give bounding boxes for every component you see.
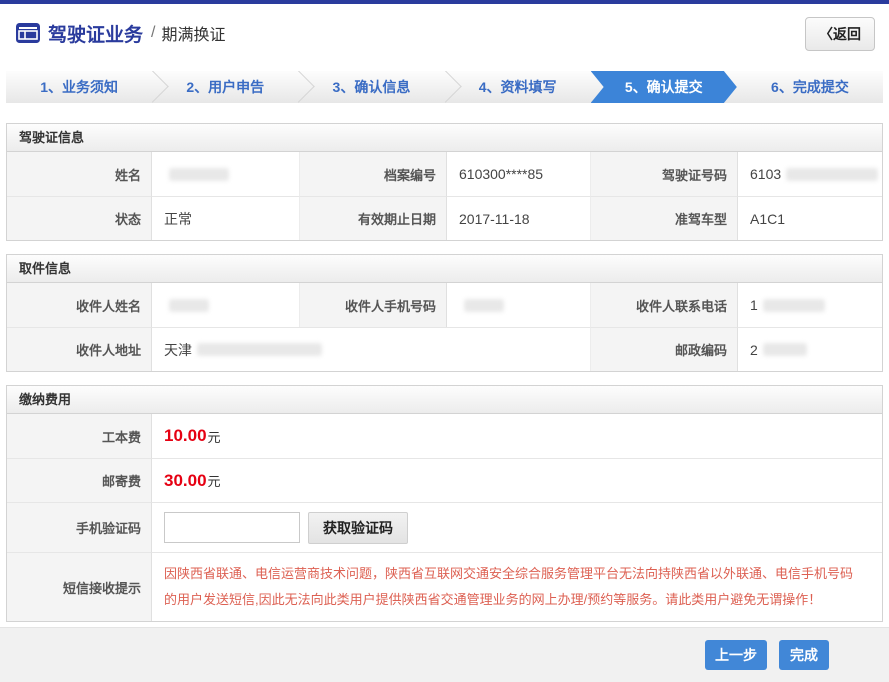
breadcrumb-separator: / <box>151 24 155 42</box>
sms-code-row: 获取验证码 <box>152 502 882 552</box>
sms-code-input[interactable] <box>164 512 300 543</box>
file-number-value: 610300****85 <box>447 152 591 196</box>
sms-notice-row: 因陕西省联通、电信运营商技术问题，陕西省互联网交通安全综合服务管理平台无法向持陕… <box>152 552 882 621</box>
section-title-license: 驾驶证信息 <box>7 124 882 152</box>
mailing-fee-amount: 30.00 <box>164 471 207 491</box>
vehicle-class-label: 准驾车型 <box>591 196 738 240</box>
recipient-address-value: 天津 <box>152 327 591 371</box>
file-number-label: 档案编号 <box>300 152 447 196</box>
page-header: 驾驶证业务 / 期满换证 〈返回 <box>0 4 889 62</box>
valid-until-label: 有效期止日期 <box>300 196 447 240</box>
postal-code-prefix: 2 <box>750 342 758 358</box>
recipient-phone-prefix: 1 <box>750 297 758 313</box>
step-label: 1、业务须知 <box>40 77 118 97</box>
redacted-license-number <box>786 168 878 181</box>
redacted-recipient-mobile <box>464 299 504 312</box>
postal-code-value: 2 <box>738 327 882 371</box>
status-label: 状态 <box>7 196 152 240</box>
name-label: 姓名 <box>7 152 152 196</box>
step-5-confirm-submit-active: 5、确认提交 <box>591 71 737 103</box>
license-number-value: 6103 <box>738 152 882 196</box>
breadcrumb-current: 期满换证 <box>161 21 225 45</box>
postal-code-label: 邮政编码 <box>591 327 738 371</box>
step-6-complete-submit: 6、完成提交 <box>737 71 883 103</box>
redacted-recipient-name <box>169 299 209 312</box>
pickup-info-section: 取件信息 收件人姓名 收件人手机号码 收件人联系电话 1 收件人地址 天津 邮政… <box>6 254 883 372</box>
step-label: 3、确认信息 <box>333 77 411 97</box>
step-label: 6、完成提交 <box>771 77 849 97</box>
previous-step-button[interactable]: 上一步 <box>705 640 767 670</box>
back-button[interactable]: 〈返回 <box>805 17 875 51</box>
recipient-name-value <box>152 283 300 327</box>
recipient-phone-value: 1 <box>738 283 882 327</box>
recipient-phone-label: 收件人联系电话 <box>591 283 738 327</box>
recipient-address-prefix: 天津 <box>164 340 192 360</box>
license-number-prefix: 6103 <box>750 166 781 182</box>
step-label: 2、用户申告 <box>186 77 264 97</box>
section-title-pickup: 取件信息 <box>7 255 882 283</box>
redacted-recipient-phone <box>763 299 825 312</box>
mailing-fee-label: 邮寄费 <box>7 458 152 502</box>
license-number-label: 驾驶证号码 <box>591 152 738 196</box>
step-label: 4、资料填写 <box>479 77 557 97</box>
sms-notice-label: 短信接收提示 <box>7 552 152 621</box>
recipient-mobile-value <box>447 283 591 327</box>
sms-code-label: 手机验证码 <box>7 502 152 552</box>
step-2-user-declaration: 2、用户申告 <box>152 71 298 103</box>
recipient-mobile-label: 收件人手机号码 <box>300 283 447 327</box>
footer-action-bar: 上一步 完成 <box>0 627 889 682</box>
redacted-recipient-address <box>197 343 322 356</box>
license-info-section: 驾驶证信息 姓名 档案编号 610300****85 驾驶证号码 6103 状态… <box>6 123 883 241</box>
production-fee-label: 工本费 <box>7 414 152 458</box>
wizard-steps: 1、业务须知 2、用户申告 3、确认信息 4、资料填写 5、确认提交 6、完成提… <box>6 71 883 103</box>
fees-section: 缴纳费用 工本费 10.00 元 邮寄费 30.00 元 手机验证码 获取验证码… <box>6 385 883 622</box>
step-label: 5、确认提交 <box>625 77 703 97</box>
mailing-fee-unit: 元 <box>208 471 221 490</box>
section-title-fees: 缴纳费用 <box>7 386 882 414</box>
step-3-confirm-info: 3、确认信息 <box>298 71 444 103</box>
production-fee-value: 10.00 元 <box>152 414 882 458</box>
vehicle-class-value: A1C1 <box>738 196 882 240</box>
recipient-name-label: 收件人姓名 <box>7 283 152 327</box>
step-1-business-notice: 1、业务须知 <box>6 71 152 103</box>
status-value: 正常 <box>152 196 300 240</box>
valid-until-value: 2017-11-18 <box>447 196 591 240</box>
step-4-fill-materials: 4、资料填写 <box>445 71 591 103</box>
name-value <box>152 152 300 196</box>
get-sms-code-button[interactable]: 获取验证码 <box>308 512 408 544</box>
redacted-name <box>169 168 229 181</box>
sms-notice-text: 因陕西省联通、电信运营商技术问题，陕西省互联网交通安全综合服务管理平台无法向持陕… <box>164 561 856 613</box>
redacted-postal-code <box>763 343 807 356</box>
production-fee-unit: 元 <box>208 427 221 446</box>
page-title: 驾驶证业务 <box>48 20 143 47</box>
production-fee-amount: 10.00 <box>164 426 207 446</box>
license-card-icon <box>16 23 40 43</box>
recipient-address-label: 收件人地址 <box>7 327 152 371</box>
mailing-fee-value: 30.00 元 <box>152 458 882 502</box>
finish-button[interactable]: 完成 <box>779 640 829 670</box>
